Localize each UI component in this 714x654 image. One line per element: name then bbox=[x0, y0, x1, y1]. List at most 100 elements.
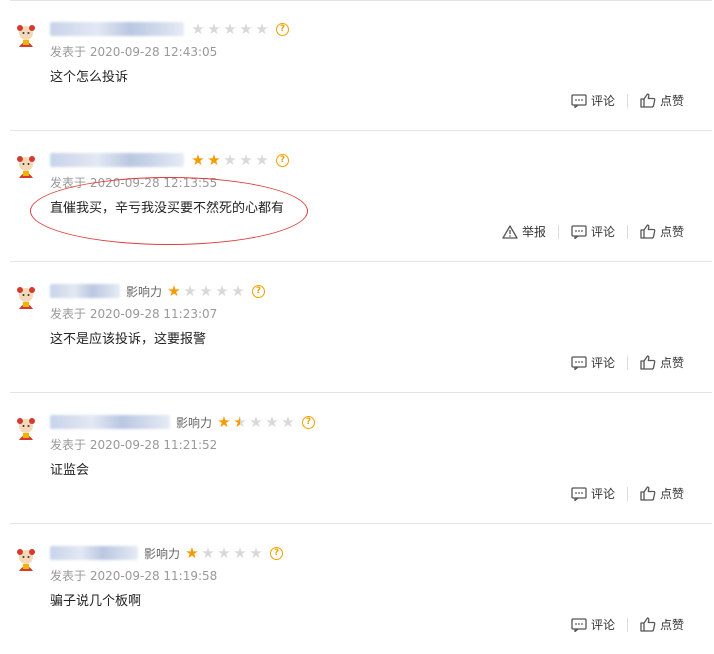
star-icon: ★ bbox=[281, 412, 295, 431]
author-row: 影响力 ★ ★ ★ ★ ★ ? bbox=[50, 543, 284, 562]
star-icon: ★ bbox=[191, 19, 205, 38]
avatar-icon[interactable] bbox=[14, 155, 38, 179]
author-name-redacted[interactable] bbox=[50, 546, 138, 560]
comment-button[interactable]: 评论 bbox=[571, 485, 615, 502]
action-divider bbox=[626, 355, 628, 370]
comment-label: 评论 bbox=[590, 618, 615, 632]
like-label: 点赞 bbox=[659, 618, 684, 632]
comment-item: ★ ★ ★ ★ ★ ? 发表于 2020-09-28 12:13:55 直催我买，辛亏我… bbox=[10, 131, 712, 262]
comment-text: 骗子说几个板啊 bbox=[50, 594, 142, 609]
avatar-icon[interactable] bbox=[14, 286, 38, 310]
comment-icon bbox=[571, 355, 587, 370]
help-icon[interactable]: ? bbox=[276, 153, 289, 167]
star-icon: ★ bbox=[223, 150, 237, 169]
action-divider bbox=[626, 224, 628, 239]
action-bar: 评论 点赞 bbox=[571, 616, 684, 633]
like-button[interactable]: 点赞 bbox=[640, 485, 684, 502]
author-name-redacted[interactable] bbox=[50, 415, 170, 429]
comment-text: 证监会 bbox=[50, 463, 90, 478]
like-icon bbox=[640, 486, 656, 501]
like-label: 点赞 bbox=[659, 94, 684, 108]
rating-stars: ★ ★ ★ ★ ★ bbox=[190, 150, 270, 169]
star-icon: ★ bbox=[167, 281, 181, 300]
post-time: 发表于 2020-09-28 12:43:05 bbox=[50, 45, 218, 59]
star-icon: ★ bbox=[249, 412, 263, 431]
author-row: ★ ★ ★ ★ ★ ? bbox=[50, 20, 289, 38]
comment-text: 直催我买，辛亏我没买要不然死的心都有 bbox=[50, 201, 285, 216]
author-name-redacted[interactable] bbox=[50, 284, 120, 298]
help-icon[interactable]: ? bbox=[270, 546, 284, 560]
rating-stars: ★ ★ ★ ★ ★ bbox=[190, 19, 270, 38]
comment-text: 这不是应该投诉，这要报警 bbox=[50, 332, 207, 347]
action-bar: 评论 点赞 bbox=[571, 485, 684, 502]
action-divider bbox=[626, 93, 628, 108]
author-name-redacted[interactable] bbox=[50, 22, 184, 36]
action-divider bbox=[626, 486, 628, 501]
avatar-icon[interactable] bbox=[14, 24, 38, 48]
star-icon: ★ bbox=[201, 543, 215, 562]
post-time: 发表于 2020-09-28 11:21:52 bbox=[50, 438, 218, 452]
action-divider bbox=[557, 224, 559, 239]
post-time: 发表于 2020-09-28 11:19:58 bbox=[50, 569, 218, 583]
help-icon[interactable]: ? bbox=[302, 415, 316, 429]
author-name-redacted[interactable] bbox=[50, 153, 184, 167]
star-icon: ★ bbox=[199, 281, 213, 300]
avatar-icon[interactable] bbox=[14, 417, 38, 441]
report-icon bbox=[502, 224, 518, 239]
author-row: 影响力 ★ ★ ★ ★ ★ ? bbox=[50, 412, 316, 431]
comment-icon bbox=[571, 617, 587, 632]
help-icon[interactable]: ? bbox=[252, 284, 266, 298]
action-bar: 举报 评论 点赞 bbox=[502, 223, 684, 240]
action-bar: 评论 点赞 bbox=[571, 354, 684, 371]
star-icon: ★ bbox=[207, 150, 221, 169]
comment-label: 评论 bbox=[590, 487, 615, 501]
star-icon: ★ bbox=[215, 281, 229, 300]
star-icon: ★ bbox=[255, 19, 269, 38]
star-icon: ★ bbox=[265, 412, 279, 431]
comment-item: 影响力 ★ ★ ★ ★ ★ ? 发表于 2020-09-28 11:21:52 证监会 … bbox=[10, 393, 712, 524]
like-icon bbox=[640, 617, 656, 632]
post-time: 发表于 2020-09-28 12:13:55 bbox=[50, 176, 218, 190]
comment-label: 评论 bbox=[590, 94, 615, 108]
comment-button[interactable]: 评论 bbox=[571, 223, 615, 240]
post-time: 发表于 2020-09-28 11:23:07 bbox=[50, 307, 218, 321]
like-icon bbox=[640, 224, 656, 239]
help-icon[interactable]: ? bbox=[276, 22, 289, 36]
comment-icon bbox=[571, 93, 587, 108]
comment-button[interactable]: 评论 bbox=[571, 92, 615, 109]
like-button[interactable]: 点赞 bbox=[640, 616, 684, 633]
comment-button[interactable]: 评论 bbox=[571, 354, 615, 371]
comment-item: 影响力 ★ ★ ★ ★ ★ ? 发表于 2020-09-28 11:19:58 骗子说几… bbox=[10, 524, 712, 653]
like-icon bbox=[640, 355, 656, 370]
star-icon: ★ bbox=[223, 19, 237, 38]
like-label: 点赞 bbox=[659, 487, 684, 501]
star-icon: ★ bbox=[217, 412, 231, 431]
avatar-icon[interactable] bbox=[14, 548, 38, 572]
like-button[interactable]: 点赞 bbox=[640, 223, 684, 240]
comment-item: ★ ★ ★ ★ ★ ? 发表于 2020-09-28 12:43:05 这个怎么投诉 评… bbox=[10, 0, 712, 131]
star-icon: ★ bbox=[183, 281, 197, 300]
action-bar: 评论 点赞 bbox=[571, 92, 684, 109]
comment-icon bbox=[571, 224, 587, 239]
star-icon: ★ bbox=[249, 543, 263, 562]
star-icon: ★ bbox=[233, 412, 247, 431]
star-icon: ★ bbox=[207, 19, 221, 38]
influence-label: 影响力 bbox=[144, 546, 181, 561]
star-icon: ★ bbox=[233, 543, 247, 562]
comment-label: 评论 bbox=[590, 356, 615, 370]
star-icon: ★ bbox=[191, 150, 205, 169]
rating-stars: ★ ★ ★ ★ ★ bbox=[216, 412, 296, 431]
report-button[interactable]: 举报 bbox=[502, 223, 546, 240]
rating-stars: ★ ★ ★ ★ ★ bbox=[166, 281, 246, 300]
report-label: 举报 bbox=[521, 225, 546, 239]
comment-icon bbox=[571, 486, 587, 501]
like-button[interactable]: 点赞 bbox=[640, 92, 684, 109]
like-label: 点赞 bbox=[659, 225, 684, 239]
author-row: ★ ★ ★ ★ ★ ? bbox=[50, 151, 289, 169]
like-label: 点赞 bbox=[659, 356, 684, 370]
comment-button[interactable]: 评论 bbox=[571, 616, 615, 633]
like-button[interactable]: 点赞 bbox=[640, 354, 684, 371]
comment-label: 评论 bbox=[590, 225, 615, 239]
rating-stars: ★ ★ ★ ★ ★ bbox=[184, 543, 264, 562]
comment-text: 这个怎么投诉 bbox=[50, 70, 129, 85]
